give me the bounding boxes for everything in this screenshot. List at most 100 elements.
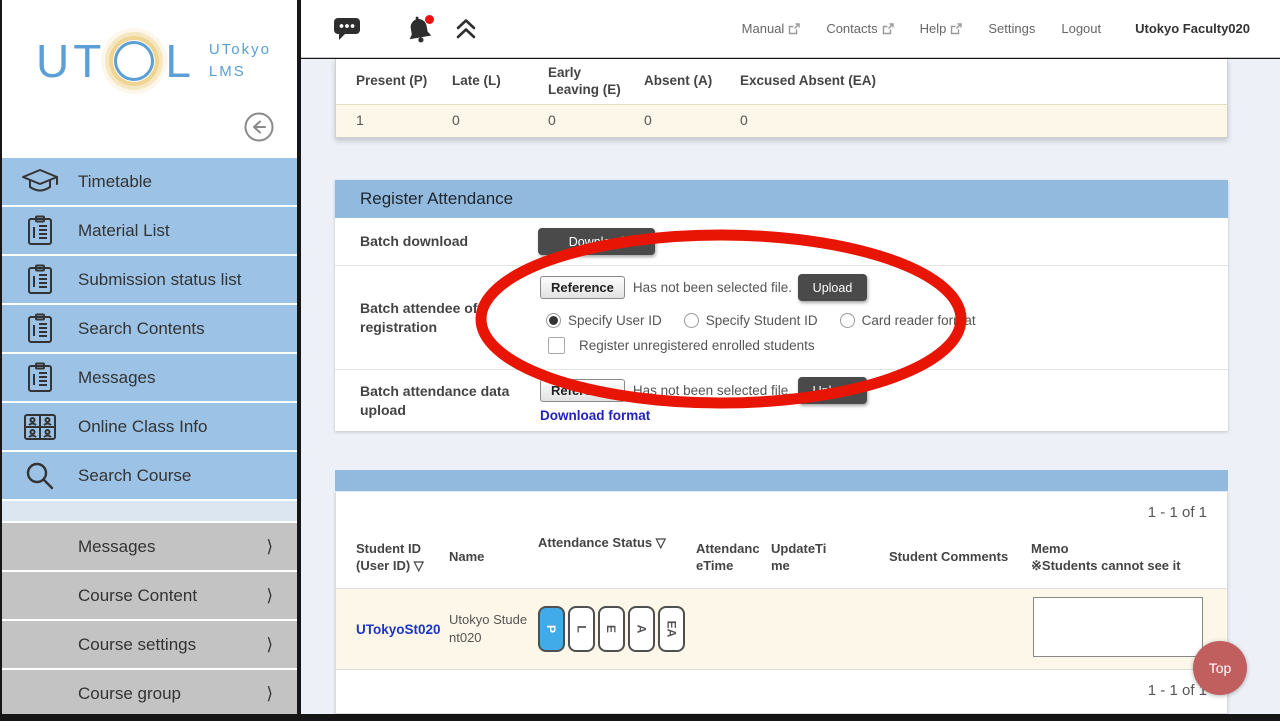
contacts-link-label: Contacts [826, 21, 877, 36]
attendance-list-header-bar [335, 470, 1228, 491]
col-attendance-status[interactable]: Attendance Status ▽ [538, 527, 696, 552]
logo-subtitle: UTokyo LMS [209, 39, 271, 83]
chevron-right-icon: ⟩ [266, 586, 273, 606]
sidebar-item-label: Material List [78, 221, 170, 241]
collapse-sidebar-button[interactable] [243, 111, 275, 143]
file-status-text: Has not been selected file. [633, 383, 792, 398]
sidebar-item-messages-group[interactable]: Messages ⟩ [2, 523, 297, 570]
utol-logo: UT L UTokyo LMS [2, 0, 297, 88]
batch-upload-label: Batch attendance data upload [335, 370, 538, 431]
register-attendance-title: Register Attendance [335, 180, 1228, 218]
logo-subtitle-line1: UTokyo [209, 39, 271, 61]
download-format-link[interactable]: Download format [540, 408, 650, 423]
chevron-right-icon: ⟩ [266, 635, 273, 655]
external-link-icon [882, 23, 894, 35]
sidebar-item-messages[interactable]: Messages [2, 354, 297, 401]
sidebar-item-label: Online Class Info [78, 417, 207, 437]
sidebar-item-label: Course group [78, 684, 181, 704]
pagination-bottom: 1 - 1 of 1 [336, 670, 1227, 699]
attendance-summary-table: Present (P) Late (L) Early Leaving (E) A… [335, 59, 1228, 138]
radio-specify-user-id[interactable] [546, 313, 561, 328]
sidebar-item-course-settings[interactable]: Course settings ⟩ [2, 621, 297, 668]
status-button-early-leaving[interactable]: E [598, 606, 625, 652]
sidebar-item-timetable[interactable]: Timetable [2, 158, 297, 205]
status-button-excused-absent[interactable]: EA [658, 606, 685, 652]
logo-text-left: UT [36, 34, 105, 88]
col-student-comments: Student Comments [889, 549, 1031, 566]
radio-label[interactable]: Specify Student ID [706, 313, 818, 328]
summary-value-excused-absent: 0 [720, 105, 748, 137]
upload-button[interactable]: Upload [798, 377, 867, 404]
summary-value-row: 1 0 0 0 0 [336, 104, 1227, 137]
radio-label[interactable]: Specify User ID [568, 313, 662, 328]
contacts-link[interactable]: Contacts [826, 21, 893, 36]
main-content: Present (P) Late (L) Early Leaving (E) A… [301, 59, 1280, 714]
messages-button[interactable] [333, 16, 361, 41]
sidebar-item-course-group[interactable]: Course group ⟩ [2, 670, 297, 714]
logout-link[interactable]: Logout [1061, 21, 1101, 36]
notifications-button[interactable] [405, 14, 437, 44]
sidebar: UT L UTokyo LMS Timetable [2, 0, 297, 714]
sidebar-divider [2, 501, 297, 521]
manual-link[interactable]: Manual [742, 21, 801, 36]
scroll-to-top-button[interactable]: Top [1193, 641, 1247, 695]
clipboard-icon [2, 264, 78, 296]
memo-label: Memo [1031, 541, 1227, 558]
logo-text-right: L [165, 34, 195, 88]
col-name: Name [449, 549, 538, 566]
memo-note: ※Students cannot see it [1031, 558, 1227, 575]
chevron-right-icon: ⟩ [266, 537, 273, 557]
sidebar-item-search-course[interactable]: Search Course [2, 452, 297, 499]
sidebar-item-label: Messages [78, 368, 155, 388]
clipboard-icon [2, 313, 78, 345]
logo-area: UT L UTokyo LMS [2, 0, 297, 158]
radio-label[interactable]: Card reader format [862, 313, 976, 328]
status-button-late[interactable]: L [568, 606, 595, 652]
sidebar-item-online-class-info[interactable]: Online Class Info [2, 403, 297, 450]
summary-col-late: Late (L) [432, 59, 528, 104]
sidebar-item-label: Course Content [78, 586, 197, 606]
manual-link-label: Manual [742, 21, 785, 36]
radio-specify-student-id[interactable] [684, 313, 699, 328]
student-id-link[interactable]: UTokyoSt020 [356, 622, 449, 637]
attendance-status-buttons: P L E A EA [538, 606, 696, 652]
clipboard-icon [2, 215, 78, 247]
radio-card-reader-format[interactable] [840, 313, 855, 328]
upload-button[interactable]: Upload [798, 274, 867, 301]
checkbox-label[interactable]: Register unregistered enrolled students [579, 338, 815, 353]
col-student-id[interactable]: Student ID (User ID) ▽ [356, 541, 449, 575]
online-class-icon [2, 413, 78, 441]
external-link-icon [950, 23, 962, 35]
attendance-list-panel: 1 - 1 of 1 Student ID (User ID) ▽ Name A… [335, 492, 1228, 714]
status-button-present[interactable]: P [538, 606, 565, 652]
help-link[interactable]: Help [920, 21, 963, 36]
sidebar-item-search-contents[interactable]: Search Contents [2, 305, 297, 352]
status-button-absent[interactable]: A [628, 606, 655, 652]
reference-button[interactable]: Reference [540, 276, 625, 299]
table-row: UTokyoSt020 Utokyo Student020 P L E A EA [336, 589, 1227, 670]
register-unregistered-checkbox[interactable] [548, 337, 565, 354]
settings-link[interactable]: Settings [988, 21, 1035, 36]
summary-col-early-leaving: Early Leaving (E) [528, 59, 624, 104]
notification-dot [425, 15, 434, 24]
collapse-header-button[interactable] [454, 17, 478, 41]
external-link-icon [788, 23, 800, 35]
file-status-text: Has not been selected file. [633, 280, 792, 295]
sidebar-item-label: Course settings [78, 635, 196, 655]
summary-value-early-leaving: 0 [528, 105, 624, 137]
logo-subtitle-line2: LMS [209, 61, 271, 83]
topbar-links: Manual Contacts Help Settings Logout Uto… [742, 21, 1250, 36]
sidebar-item-label: Submission status list [78, 270, 241, 290]
batch-attendee-row: Batch attendee of registration Reference… [335, 266, 1228, 370]
sidebar-item-material-list[interactable]: Material List [2, 207, 297, 254]
help-link-label: Help [920, 21, 947, 36]
summary-value-absent: 0 [624, 105, 720, 137]
reference-button[interactable]: Reference [540, 379, 625, 402]
search-icon [2, 460, 78, 492]
sidebar-item-submission-status-list[interactable]: Submission status list [2, 256, 297, 303]
summary-col-absent: Absent (A) [624, 59, 720, 104]
download-button[interactable]: Download [538, 228, 655, 255]
logo-o-rings-icon [113, 40, 155, 82]
sidebar-item-course-content[interactable]: Course Content ⟩ [2, 572, 297, 619]
memo-textarea[interactable] [1033, 597, 1203, 657]
